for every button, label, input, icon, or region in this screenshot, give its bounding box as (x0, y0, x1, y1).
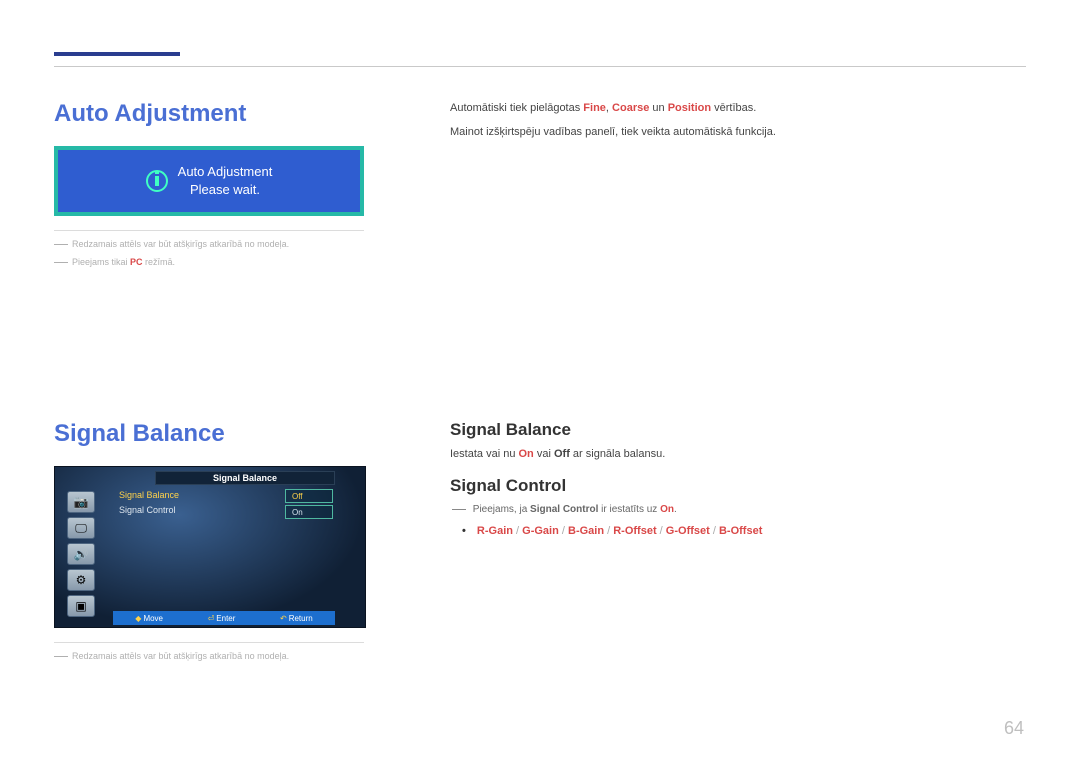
auto-line1: Automātiski tiek pielāgotas Fine, Coarse… (450, 100, 1010, 118)
info-icon (146, 170, 168, 192)
dialog-line1: Auto Adjustment (178, 163, 273, 181)
dialog-line2: Please wait. (178, 181, 273, 199)
auto-adjustment-dialog: Auto Adjustment Please wait. (54, 146, 364, 216)
osd-title: Signal Balance (155, 471, 335, 485)
osd-icon-setup: ⚙ (67, 569, 95, 591)
osd-hint-return: ↶Return (280, 614, 313, 623)
osd-value-on: On (285, 505, 333, 519)
heading-signal-control: Signal Control (450, 476, 1010, 496)
auto-adjustment-dialog-text: Auto Adjustment Please wait. (178, 163, 273, 199)
osd-item-signal-balance: Signal Balance (113, 490, 199, 500)
osd-menu-screenshot: Signal Balance 📷 🖵 🔊 ⚙ ▣ Signal Balance … (54, 466, 366, 628)
page-number: 64 (1004, 718, 1024, 739)
signal-balance-text: Iestata vai nu On vai Off ar signāla bal… (450, 448, 1010, 460)
osd-hint-bar: ◆Move ⏎Enter ↶Return (113, 611, 335, 625)
osd-value-column: Off On (285, 489, 335, 521)
signal-balance-description-column: Signal Balance Iestata vai nu On vai Off… (450, 420, 1010, 537)
osd-menu-list: Signal Balance Signal Control (113, 487, 281, 517)
header-divider (54, 66, 1026, 67)
osd-hint-enter: ⏎Enter (208, 614, 236, 623)
chapter-indicator-bar (54, 52, 180, 56)
gain-offset-list: • R-Gain / G-Gain / B-Gain / R-Offset / … (462, 525, 1010, 537)
note-pc-only: Pieejams tikai PC režīmā. (54, 257, 394, 267)
osd-icon-sound: 🔊 (67, 543, 95, 565)
note-model-disclaimer-2: Redzamais attēls var būt atšķirīgs atkar… (54, 651, 394, 661)
divider (54, 642, 364, 643)
osd-side-icons: 📷 🖵 🔊 ⚙ ▣ (67, 491, 97, 617)
heading-signal-balance-sub: Signal Balance (450, 420, 1010, 440)
osd-icon-display: 🖵 (67, 517, 95, 539)
auto-line2: Mainot izšķirtspēju vadības panelī, tiek… (450, 124, 1010, 142)
osd-value-off: Off (285, 489, 333, 503)
auto-adjustment-left-column: Auto Adjustment Auto Adjustment Please w… (54, 100, 394, 275)
signal-balance-left-column: Signal Balance Signal Balance 📷 🖵 🔊 ⚙ ▣ … (54, 420, 394, 669)
signal-control-availability: Pieejams, ja Signal Control ir iestatīts… (452, 504, 1010, 515)
heading-signal-balance: Signal Balance (54, 420, 394, 448)
heading-auto-adjustment: Auto Adjustment (54, 100, 394, 128)
osd-icon-multi: ▣ (67, 595, 95, 617)
osd-hint-move: ◆Move (135, 614, 163, 623)
divider (54, 230, 364, 231)
osd-icon-picture: 📷 (67, 491, 95, 513)
auto-adjustment-description: Automātiski tiek pielāgotas Fine, Coarse… (450, 100, 1010, 147)
osd-item-signal-control: Signal Control (113, 505, 199, 515)
note-model-disclaimer: Redzamais attēls var būt atšķirīgs atkar… (54, 239, 394, 249)
